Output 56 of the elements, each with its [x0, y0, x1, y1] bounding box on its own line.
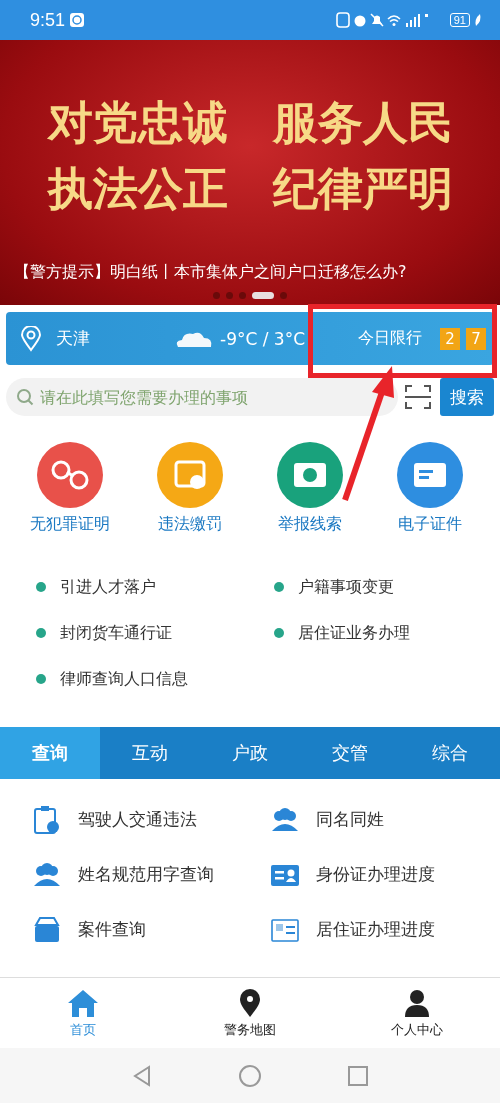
clock-time: 9:51	[30, 9, 66, 31]
bullet-icon	[274, 628, 284, 638]
list-item[interactable]: 同名同姓	[316, 808, 384, 831]
restriction-number: 7	[466, 327, 486, 350]
carousel-dot[interactable]	[239, 292, 246, 299]
nav-tab[interactable]: 警务地图	[166, 978, 334, 1048]
quick-link[interactable]: 户籍事项变更	[298, 576, 394, 598]
quick-link[interactable]: 律师查询人口信息	[60, 668, 188, 690]
city-name: 天津	[56, 327, 90, 350]
carousel-dot[interactable]	[226, 292, 233, 299]
battery-level: 91	[449, 13, 470, 27]
scan-icon[interactable]	[404, 384, 432, 410]
search-button[interactable]: 搜索	[440, 378, 494, 416]
leaf-icon	[474, 13, 482, 27]
category-tab[interactable]: 户政	[200, 727, 300, 779]
banner[interactable]: 对党忠诚 服务人民 执法公正 纪律严明 【警方提示】明白纸丨本市集体户之间户口迁移怎么办?	[0, 40, 500, 305]
bullet-icon	[36, 628, 46, 638]
list-icon	[32, 804, 62, 835]
banner-slogan: 对党忠诚 服务人民	[47, 95, 453, 151]
service-icon[interactable]	[157, 442, 223, 508]
restriction-label: 今日限行	[358, 328, 422, 349]
service-label[interactable]: 举报线索	[278, 514, 342, 535]
quick-link[interactable]: 引进人才落户	[60, 576, 156, 598]
home-button-icon[interactable]	[238, 1063, 262, 1088]
carousel-dot[interactable]	[213, 292, 220, 299]
banner-caption: 【警方提示】明白纸丨本市集体户之间户口迁移怎么办?	[14, 262, 407, 283]
service-icon[interactable]	[277, 442, 343, 508]
service-icon[interactable]	[37, 442, 103, 508]
list-icon	[32, 914, 62, 945]
carousel-dot[interactable]	[280, 292, 287, 299]
list-item[interactable]: 身份证办理进度	[316, 863, 435, 886]
category-tab[interactable]: 交管	[300, 727, 400, 779]
message-icon	[69, 12, 86, 28]
service-label[interactable]: 电子证件	[398, 514, 462, 535]
restriction-number: 2	[440, 327, 460, 350]
search-field[interactable]: 请在此填写您需要办理的事项	[6, 378, 398, 416]
temperature: -9°C / 3°C	[220, 328, 306, 349]
nav-tab[interactable]: 首页	[0, 978, 167, 1048]
list-item[interactable]: 驾驶人交通违法	[78, 808, 197, 831]
list-item[interactable]: 居住证办理进度	[316, 918, 435, 941]
location-icon	[20, 325, 42, 352]
service-label[interactable]: 违法缴罚	[158, 514, 222, 535]
nav-tab[interactable]: 个人中心	[333, 978, 500, 1048]
recents-icon[interactable]	[346, 1063, 370, 1088]
category-tab[interactable]: 综合	[400, 727, 500, 779]
service-label[interactable]: 无犯罪证明	[30, 514, 110, 535]
list-item[interactable]: 案件查询	[78, 918, 146, 941]
bullet-icon	[36, 674, 46, 684]
quick-link[interactable]: 居住证业务办理	[298, 622, 410, 644]
service-icon[interactable]	[397, 442, 463, 508]
banner-slogan: 执法公正 纪律严明	[47, 161, 453, 217]
category-tab[interactable]: 互动	[100, 727, 200, 779]
quick-link[interactable]: 封闭货车通行证	[60, 622, 172, 644]
bullet-icon	[36, 582, 46, 592]
list-item[interactable]: 姓名规范用字查询	[78, 863, 214, 886]
bullet-icon	[274, 582, 284, 592]
